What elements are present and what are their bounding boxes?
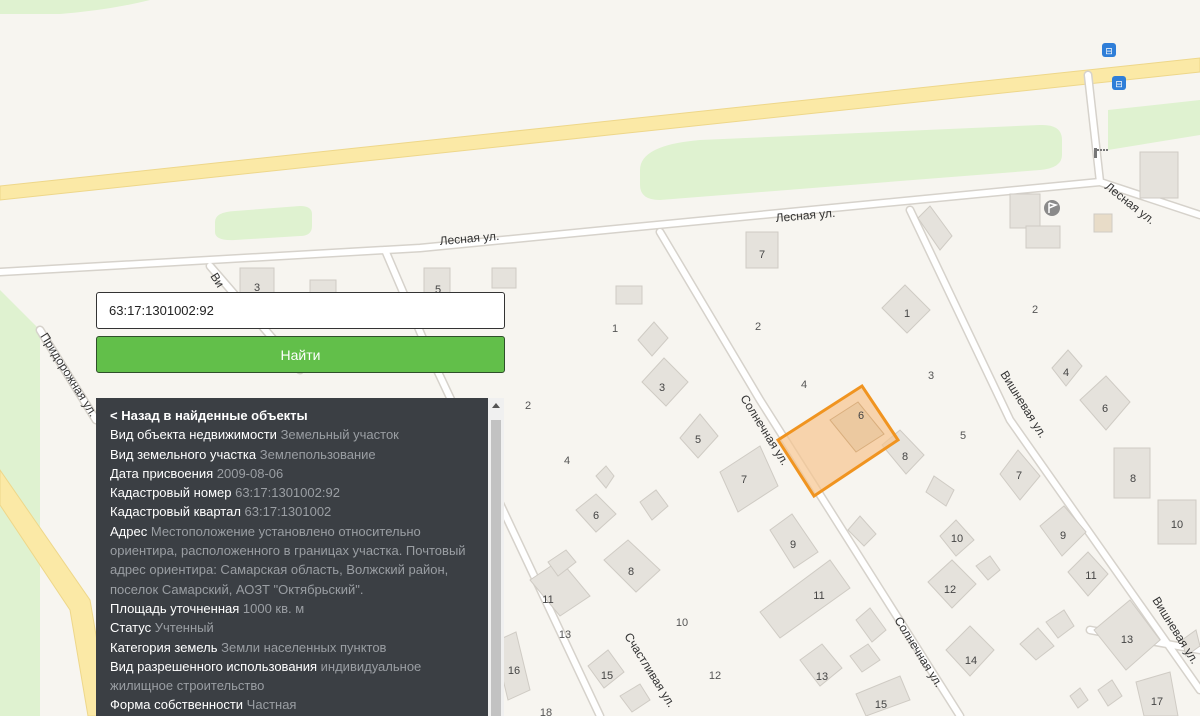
- info-row-cadastral-quarter: Кадастровый квартал 63:17:1301002: [110, 502, 474, 521]
- house-number: 11: [1085, 570, 1096, 582]
- house-number: 11: [813, 590, 824, 602]
- cadastral-search-input[interactable]: [96, 292, 505, 329]
- house-number: 6: [858, 410, 864, 422]
- house-number: 4: [1063, 367, 1069, 379]
- house-number: 7: [759, 249, 765, 261]
- house-number: 7: [1016, 470, 1022, 482]
- house-number: 14: [965, 655, 977, 667]
- house-number: 9: [790, 539, 796, 551]
- info-label: Вид разрешенного использования: [110, 658, 318, 674]
- info-row-area: Площадь уточненная 1000 кв. м: [110, 599, 474, 618]
- svg-text:⊟: ⊟: [1115, 80, 1123, 90]
- house-number: 13: [816, 671, 828, 683]
- info-row-ownership: Форма собственности Частная: [110, 695, 474, 714]
- bus-stop-icon[interactable]: ⊟: [1112, 76, 1126, 90]
- info-value: 1000 кв. м: [242, 600, 305, 616]
- info-label: Площадь уточненная: [110, 600, 240, 616]
- plot-number: 10: [676, 617, 688, 629]
- info-label: Форма собственности: [110, 697, 244, 713]
- info-panel-scrollbar[interactable]: [488, 398, 504, 716]
- svg-text:⊟: ⊟: [1105, 47, 1113, 57]
- house-number: 17: [1151, 696, 1163, 708]
- object-info-panel: < Назад в найденные объекты Вид объекта …: [96, 398, 504, 716]
- house-number: 13: [1121, 634, 1133, 646]
- find-button[interactable]: Найти: [96, 336, 505, 373]
- house-number: 1: [904, 308, 910, 320]
- house-number: 10: [1171, 519, 1183, 531]
- house-number: 10: [951, 533, 963, 545]
- plot-number: 5: [960, 430, 966, 442]
- house-number: 15: [601, 670, 613, 682]
- info-row-status: Статус Учтенный: [110, 618, 474, 637]
- plot-number: 18: [540, 707, 552, 716]
- house-number: 11: [542, 594, 553, 606]
- plot-number: 1: [612, 323, 618, 335]
- info-row-assign-date: Дата присвоения 2009-08-06: [110, 464, 474, 483]
- info-value: Землепользование: [259, 446, 376, 462]
- house-number: 7: [741, 474, 747, 486]
- house-number: 16: [508, 665, 520, 677]
- house-number: 3: [659, 382, 665, 394]
- house-number: 5: [695, 434, 701, 446]
- house-number: 6: [593, 510, 599, 522]
- info-label: Статус: [110, 620, 152, 636]
- house-number: 12: [944, 584, 956, 596]
- info-value: 2009-08-06: [216, 465, 284, 481]
- house-number: 8: [628, 566, 634, 578]
- info-row-address: Адрес Местоположение установлено относит…: [110, 522, 474, 599]
- info-row-object-type: Вид объекта недвижимости Земельный участ…: [110, 425, 474, 444]
- info-row-permitted-use: Вид разрешенного использования индивидуа…: [110, 657, 474, 696]
- info-value: Земли населенных пунктов: [221, 639, 387, 655]
- info-label: Дата присвоения: [110, 465, 214, 481]
- scrollbar-thumb[interactable]: [491, 420, 501, 716]
- info-value: Частная: [246, 697, 297, 713]
- house-number: 6: [1102, 403, 1108, 415]
- info-value: 63:17:1301002: [244, 504, 332, 520]
- house-number: 8: [1130, 473, 1136, 485]
- info-label: Кадастровый номер: [110, 485, 232, 501]
- info-row-land-type: Вид земельного участка Землепользование: [110, 445, 474, 464]
- object-info-content: < Назад в найденные объекты Вид объекта …: [110, 406, 474, 715]
- scroll-up-arrow-icon[interactable]: [492, 403, 500, 408]
- plot-number: 12: [709, 670, 721, 682]
- plot-number: 2: [525, 400, 531, 412]
- bus-stop-icon[interactable]: ⊟: [1102, 43, 1116, 57]
- plot-number: 4: [801, 379, 807, 391]
- flag-icon[interactable]: [1044, 200, 1060, 216]
- info-label: Вид объекта недвижимости: [110, 427, 277, 443]
- house-number: 8: [902, 451, 908, 463]
- info-label: Вид земельного участка: [110, 446, 257, 462]
- info-value: Земельный участок: [280, 427, 399, 443]
- info-value: 63:17:1301002:92: [235, 485, 340, 501]
- info-row-cadastral-number: Кадастровый номер 63:17:1301002:92: [110, 483, 474, 502]
- house-number: 15: [875, 699, 887, 711]
- plot-number: 3: [928, 370, 934, 382]
- info-label: Адрес: [110, 523, 148, 539]
- back-to-results-link[interactable]: < Назад в найденные объекты: [110, 406, 474, 425]
- plot-number: 13: [559, 629, 571, 641]
- info-value: Учтенный: [154, 620, 214, 636]
- plot-number: 4: [564, 455, 570, 467]
- info-value: Местоположение установлено относительно …: [110, 523, 466, 597]
- plot-number: 2: [1032, 304, 1038, 316]
- info-label: Категория земель: [110, 639, 218, 655]
- info-label: Кадастровый квартал: [110, 504, 241, 520]
- info-row-land-category: Категория земель Земли населенных пункто…: [110, 638, 474, 657]
- plot-number: 2: [755, 321, 761, 333]
